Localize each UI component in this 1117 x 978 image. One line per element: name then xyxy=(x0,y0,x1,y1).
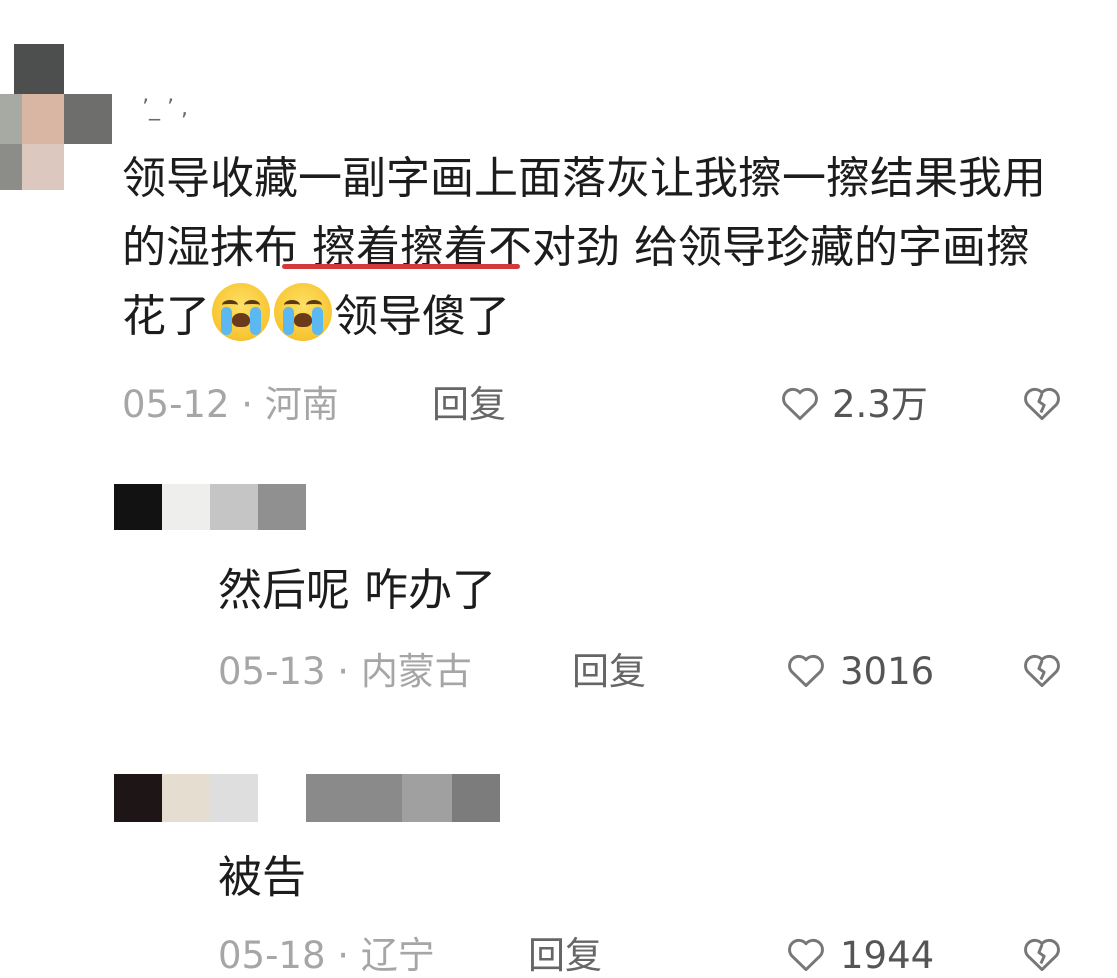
heart-outline-icon xyxy=(778,381,822,425)
like-count: 2.3万 xyxy=(832,383,928,426)
comment-text-part: 领导傻了 xyxy=(334,291,510,342)
heart-outline-icon xyxy=(784,932,828,976)
dislike-button[interactable] xyxy=(1020,648,1064,692)
reply-text: 被告 xyxy=(218,852,306,903)
comment-text: 领导收藏一副字画上面落灰让我擦一擦结果我用的湿抹布 擦着擦着不对劲 给领导珍藏的… xyxy=(122,144,1062,351)
separator-dot: · xyxy=(241,383,254,426)
comment-location: 河南 xyxy=(264,383,339,426)
reply-date: 05-18 xyxy=(218,934,326,977)
reply-button[interactable]: 回复 xyxy=(432,383,506,427)
like-button[interactable] xyxy=(784,932,828,976)
crying-face-icon xyxy=(274,283,332,341)
reply-date: 05-13 xyxy=(218,650,326,693)
reply-text: 然后呢 咋办了 xyxy=(218,565,496,616)
username[interactable]: ’_ ’ , xyxy=(142,96,188,121)
broken-heart-icon xyxy=(1020,648,1064,692)
comment-meta: 05-12 · 河南 xyxy=(122,383,339,427)
dislike-button[interactable] xyxy=(1020,932,1064,976)
heart-outline-icon xyxy=(784,648,828,692)
reply-location: 辽宁 xyxy=(360,934,435,977)
crying-face-icon xyxy=(212,283,270,341)
separator-dot: · xyxy=(337,650,350,693)
like-count: 3016 xyxy=(840,650,935,693)
separator-dot: · xyxy=(337,934,350,977)
like-count: 1944 xyxy=(840,934,935,977)
comment-date: 05-12 xyxy=(122,383,230,426)
reply-location: 内蒙古 xyxy=(360,650,472,693)
broken-heart-icon xyxy=(1020,381,1064,425)
reply-button[interactable]: 回复 xyxy=(572,650,646,694)
reply-meta: 05-18 · 辽宁 xyxy=(218,934,435,978)
like-button[interactable] xyxy=(784,648,828,692)
red-underline xyxy=(282,264,520,269)
like-button[interactable] xyxy=(778,381,822,425)
reply-meta: 05-13 · 内蒙古 xyxy=(218,650,472,694)
reply-button[interactable]: 回复 xyxy=(528,934,602,978)
broken-heart-icon xyxy=(1020,932,1064,976)
dislike-button[interactable] xyxy=(1020,381,1064,425)
highlighted-phrase: 湿抹布 xyxy=(166,222,298,273)
